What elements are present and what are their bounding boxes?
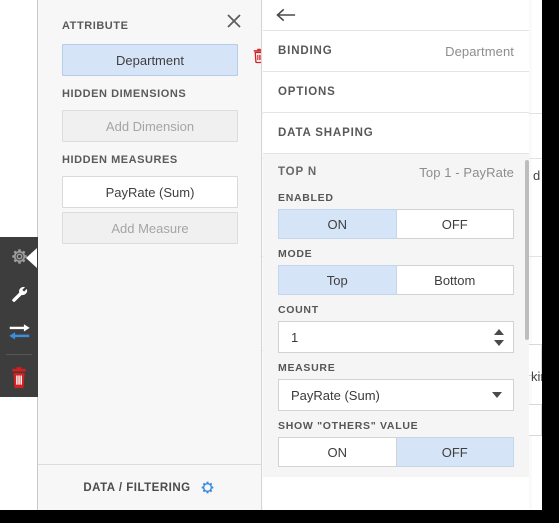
add-dimension-button[interactable]: Add Dimension: [62, 110, 238, 142]
topn-header[interactable]: TOP N Top 1 - PayRate: [263, 154, 529, 190]
wrench-icon: [11, 286, 27, 302]
properties-panel-scrollbar[interactable]: [525, 0, 529, 510]
scrollbar-thumb[interactable]: [525, 160, 529, 340]
data-filtering-label: DATA / FILTERING: [83, 481, 191, 494]
binding-title: BINDING: [278, 45, 333, 57]
properties-panel: BINDING Department OPTIONS DATA SHAPING …: [263, 0, 529, 510]
gear-icon[interactable]: [199, 479, 216, 496]
options-title: OPTIONS: [278, 86, 336, 98]
data-shaping-title: DATA SHAPING: [278, 127, 374, 139]
count-input[interactable]: [279, 328, 473, 346]
hidden-measures-section-label: HIDDEN MEASURES: [62, 154, 178, 166]
measure-field-payrate[interactable]: PayRate (Sum): [62, 176, 238, 208]
count-label: COUNT: [278, 304, 319, 316]
background-occluded-text: d: [533, 168, 541, 183]
show-others-option-off[interactable]: OFF: [396, 437, 514, 467]
swap-arrows-icon: [8, 324, 30, 340]
enabled-option-off[interactable]: OFF: [396, 209, 514, 239]
count-stepper[interactable]: [278, 321, 514, 353]
binding-value: Department: [445, 43, 514, 59]
add-measure-button[interactable]: Add Measure: [62, 212, 238, 244]
app-root: d kin ATTRIBUTE Department HIDDEN DIMENS…: [0, 0, 559, 523]
rail-separator: [6, 354, 32, 355]
enabled-segmented-control: ON OFF: [278, 209, 514, 239]
mode-segmented-control: Top Bottom: [278, 265, 514, 295]
back-arrow-icon-button[interactable]: [276, 3, 302, 27]
enabled-control: ENABLED ON OFF: [263, 192, 529, 239]
attribute-field-department[interactable]: Department: [62, 44, 238, 76]
attribute-settings-body: ATTRIBUTE Department HIDDEN DIMENSIONS A…: [38, 0, 261, 464]
accordion-row-options[interactable]: OPTIONS: [263, 72, 529, 113]
show-others-segmented-control: ON OFF: [278, 437, 514, 467]
delete-attribute-icon-button[interactable]: [248, 44, 261, 68]
topn-section: TOP N Top 1 - PayRate ENABLED ON OFF MOD…: [263, 154, 529, 477]
data-filtering-footer[interactable]: DATA / FILTERING: [38, 464, 261, 510]
mode-option-top[interactable]: Top: [278, 265, 397, 295]
measure-label: MEASURE: [278, 362, 336, 374]
accordion-row-binding[interactable]: BINDING Department: [263, 31, 529, 72]
mode-label: MODE: [278, 248, 313, 260]
stepper-up-icon[interactable]: [494, 328, 504, 335]
topn-summary: Top 1 - PayRate: [419, 164, 514, 180]
swap-arrows-icon-button[interactable]: [0, 313, 38, 351]
attribute-settings-panel: ATTRIBUTE Department HIDDEN DIMENSIONS A…: [38, 0, 262, 510]
trash-icon: [253, 48, 261, 64]
rail-active-caret: [26, 248, 37, 268]
show-others-label: SHOW "OTHERS" VALUE: [278, 420, 419, 432]
mode-option-bottom[interactable]: Bottom: [396, 265, 514, 295]
show-others-control: SHOW "OTHERS" VALUE ON OFF: [263, 420, 529, 467]
properties-panel-header: [263, 0, 529, 31]
count-control: COUNT: [263, 304, 529, 353]
right-edge-mask: [542, 0, 559, 523]
mode-control: MODE Top Bottom: [263, 248, 529, 295]
close-icon: [227, 14, 241, 28]
hidden-dimensions-section-label: HIDDEN DIMENSIONS: [62, 88, 187, 100]
topn-title: TOP N: [278, 166, 317, 178]
accordion-row-data-shaping[interactable]: DATA SHAPING: [263, 113, 529, 154]
attribute-section-label: ATTRIBUTE: [62, 20, 129, 32]
count-stepper-arrows: [494, 322, 504, 352]
enabled-option-on[interactable]: ON: [278, 209, 397, 239]
trash-icon-button[interactable]: [0, 359, 38, 397]
trash-icon: [12, 367, 26, 389]
measure-dropdown-value: PayRate (Sum): [291, 387, 380, 403]
measure-dropdown[interactable]: PayRate (Sum): [278, 379, 514, 411]
enabled-label: ENABLED: [278, 192, 334, 204]
show-others-option-on[interactable]: ON: [278, 437, 397, 467]
wrench-icon-button[interactable]: [0, 275, 38, 313]
stepper-down-icon[interactable]: [494, 339, 504, 346]
measure-control: MEASURE PayRate (Sum): [263, 362, 529, 411]
chevron-down-icon: [492, 392, 502, 398]
close-icon-button[interactable]: [221, 8, 247, 34]
back-arrow-icon: [276, 8, 296, 22]
bottom-edge-mask: [0, 510, 559, 523]
